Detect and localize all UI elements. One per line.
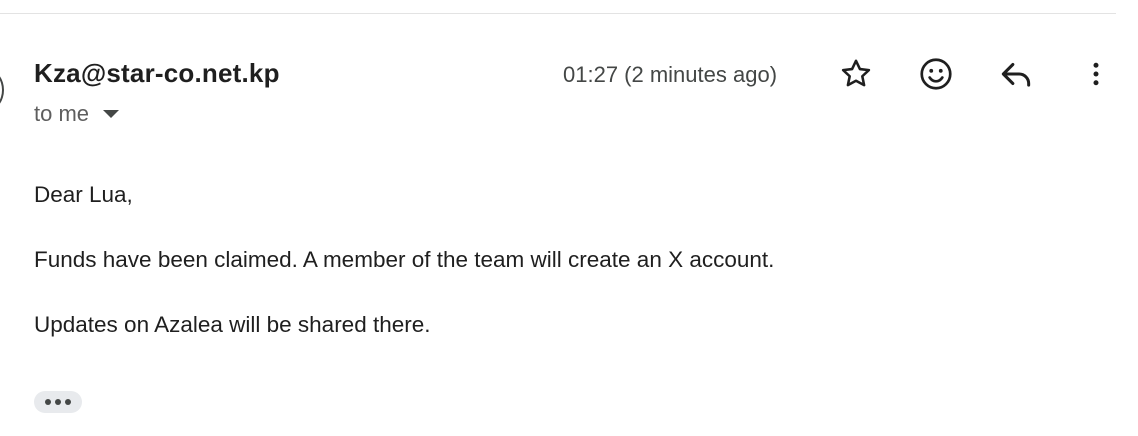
star-icon [841, 59, 871, 87]
add-reaction-button[interactable] [914, 52, 958, 96]
more-vert-icon [1093, 62, 1099, 86]
message-timestamp: 01:27 (2 minutes ago) [563, 62, 778, 87]
recipient-label: to me [34, 101, 90, 126]
emoji-icon [920, 58, 952, 90]
ellipsis-dot [65, 399, 71, 405]
sender-address[interactable]: Kza@star-co.net.kp [34, 58, 280, 89]
ellipsis-dot [45, 399, 51, 405]
body-paragraph-1: Funds have been claimed. A member of the… [34, 247, 775, 272]
chevron-down-icon [103, 110, 120, 118]
reply-icon [1001, 62, 1031, 87]
email-message-view: Kza@star-co.net.kp to me 01:27 (2 minute… [0, 0, 1138, 436]
ellipsis-dot [55, 399, 61, 405]
reply-button[interactable] [994, 52, 1038, 96]
body-greeting: Dear Lua, [34, 182, 133, 207]
show-trimmed-content-button[interactable] [34, 391, 82, 413]
more-options-button[interactable] [1074, 52, 1118, 96]
body-paragraph-2: Updates on Azalea will be shared there. [34, 312, 431, 337]
divider [0, 13, 1116, 14]
recipient-details-toggle[interactable]: to me [34, 101, 120, 127]
star-button[interactable] [834, 52, 878, 96]
sender-avatar[interactable] [0, 70, 4, 110]
